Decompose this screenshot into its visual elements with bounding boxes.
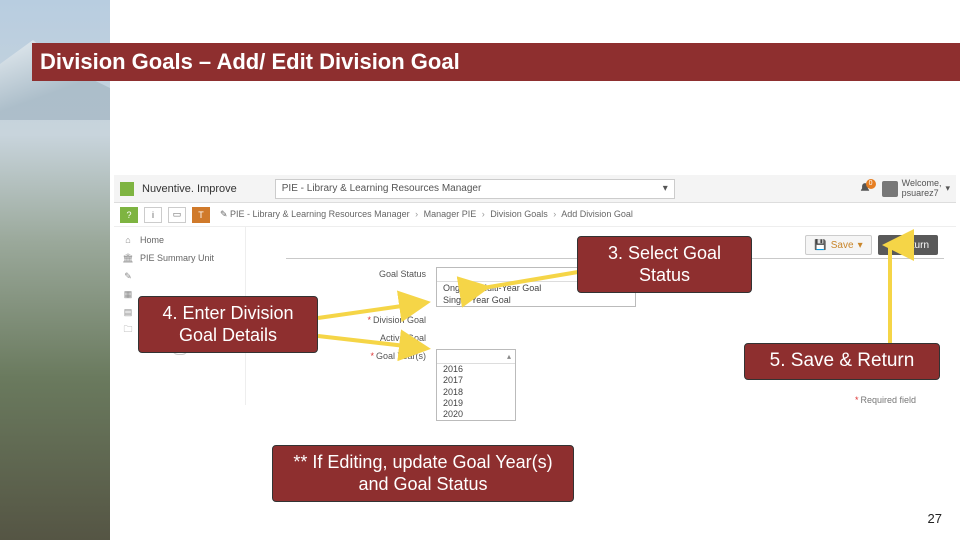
return-label: Return (899, 240, 929, 251)
tool-info-button[interactable]: i (144, 207, 162, 223)
arrow-step4a (318, 300, 428, 325)
background-photo-strip (0, 0, 110, 540)
save-label: Save (831, 240, 854, 251)
tool-text-button[interactable]: T (192, 207, 210, 223)
arrow-step5 (880, 240, 900, 350)
goal-years-select[interactable]: ▴ 2016 2017 2018 2019 2020 (436, 349, 516, 421)
chevron-down-icon: ▾ (858, 240, 863, 251)
notifications-button[interactable]: 0 (858, 182, 872, 196)
user-menu[interactable]: Welcome, psuarez7 ▾ (882, 179, 950, 199)
goal-status-label: Goal Status (286, 267, 436, 279)
app-header: Nuventive. Improve PIE - Library & Learn… (114, 175, 956, 203)
year-option-2[interactable]: 2018 (437, 387, 515, 398)
avatar-icon (882, 181, 898, 197)
callout-editing-note: ** If Editing, update Goal Year(s) and G… (272, 445, 574, 502)
sidebar-item-summary[interactable]: 🏛 PIE Summary Unit (114, 249, 245, 267)
crumb-2[interactable]: Division Goals (490, 209, 548, 219)
goal-status-option-1[interactable]: Single-Year Goal (437, 294, 635, 306)
home-icon: ⌂ (122, 234, 134, 246)
sidebar-item-label: PIE Summary Unit (140, 253, 214, 263)
save-icon: 💾 (814, 240, 826, 251)
notif-badge: 0 (866, 179, 876, 189)
bars-icon: ▤ (122, 306, 134, 318)
crumb-0[interactable]: PIE - Library & Learning Resources Manag… (230, 209, 410, 219)
callout-step-3: 3. Select Goal Status (577, 236, 752, 293)
year-option-4[interactable]: 2020 (437, 409, 515, 420)
crumb-1[interactable]: Manager PIE (424, 209, 477, 219)
chevron-up-icon: ▴ (507, 352, 511, 361)
year-option-0[interactable]: 2016 (437, 364, 515, 375)
crumb-3: Add Division Goal (561, 209, 633, 219)
year-option-3[interactable]: 2019 (437, 398, 515, 409)
save-button[interactable]: 💾 Save ▾ (805, 235, 871, 255)
username: psuarez7 (902, 189, 942, 199)
header-right: 0 Welcome, psuarez7 ▾ (858, 179, 950, 199)
pencil-icon: ✎ (122, 270, 134, 282)
slide-title-bar: Division Goals – Add/ Edit Division Goal (32, 43, 960, 81)
callout-step-4: 4. Enter Division Goal Details (138, 296, 318, 353)
grid-icon: ▦ (122, 288, 134, 300)
callout-step-5: 5. Save & Return (744, 343, 940, 380)
breadcrumb: ✎ PIE - Library & Learning Resources Man… (220, 209, 633, 220)
project-select-value: PIE - Library & Learning Resources Manag… (282, 183, 482, 194)
required-note: *Required field (855, 395, 916, 405)
app-logo-icon (120, 182, 134, 196)
year-option-1[interactable]: 2017 (437, 375, 515, 386)
app-name: Nuventive. Improve (142, 183, 237, 195)
page-number: 27 (928, 511, 942, 526)
sidebar-item-edit[interactable]: ✎ (114, 267, 245, 285)
arrow-step4b (318, 334, 428, 357)
sidebar-item-label: Home (140, 235, 164, 245)
chevron-down-icon: ▾ (945, 184, 950, 194)
slide-title: Division Goals – Add/ Edit Division Goal (40, 49, 460, 75)
project-select[interactable]: PIE - Library & Learning Resources Manag… (275, 179, 675, 199)
sidebar-item-home[interactable]: ⌂ Home (114, 231, 245, 249)
action-buttons: 💾 Save ▾ ↩ Return (805, 235, 938, 255)
toolbar-row: ? i ▭ T ✎ PIE - Library & Learning Resou… (114, 203, 956, 227)
folder-icon: 🗀 (122, 324, 134, 336)
arrow-step3 (478, 270, 578, 295)
tool-help-button[interactable]: ? (120, 207, 138, 223)
tool-card-button[interactable]: ▭ (168, 207, 186, 223)
bank-icon: 🏛 (122, 252, 134, 264)
chevron-down-icon: ▾ (663, 183, 668, 194)
